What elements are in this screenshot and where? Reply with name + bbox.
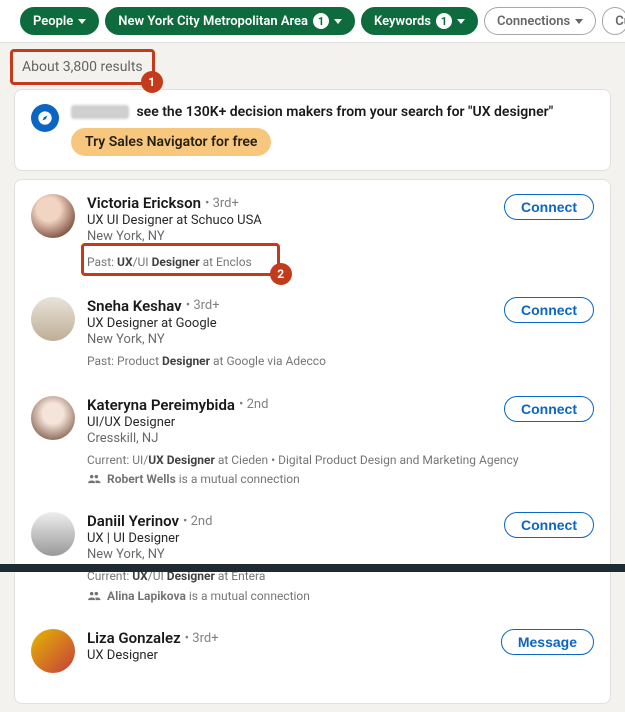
filter-location-label: New York City Metropolitan Area — [118, 14, 308, 29]
people-icon — [87, 472, 101, 486]
results-count-wrap: About 3,800 results 1 — [14, 53, 151, 81]
connect-button[interactable]: Connect — [504, 194, 594, 220]
filter-people[interactable]: People — [20, 7, 99, 35]
sales-navigator-promo: see the 130K+ decision makers from your … — [14, 89, 611, 171]
annotation-2-wrap: Past: UX/UI Designer at Enclos 2 — [87, 248, 252, 271]
filter-keywords-count: 1 — [436, 13, 452, 29]
result-name[interactable]: Sneha Keshav — [87, 297, 182, 315]
try-sales-navigator-button[interactable]: Try Sales Navigator for free — [71, 128, 271, 156]
filter-bar: People New York City Metropolitan Area 1… — [0, 0, 625, 43]
mutual-connection: Alina Lapikova is a mutual connection — [87, 589, 594, 603]
avatar[interactable] — [31, 396, 75, 440]
result-meta: Current: UI/UX Designer at Cieden • Digi… — [87, 452, 594, 469]
avatar[interactable] — [31, 297, 75, 341]
result-name[interactable]: Victoria Erickson — [87, 194, 201, 212]
search-result[interactable]: Liza Gonzalez • 3rd+ UX Designer Message — [15, 615, 610, 703]
avatar[interactable] — [31, 629, 75, 673]
results-count: About 3,800 results — [14, 53, 151, 81]
result-degree: • 2nd — [183, 514, 212, 529]
blurred-text — [71, 105, 129, 119]
bottom-bar — [0, 564, 625, 572]
sales-navigator-tail: see the 130K+ decision makers from your … — [133, 104, 553, 120]
people-icon — [87, 589, 101, 603]
result-location: New York, NY — [87, 332, 594, 347]
message-button[interactable]: Message — [501, 629, 594, 655]
result-name[interactable]: Daniil Yerinov — [87, 512, 179, 530]
result-name[interactable]: Liza Gonzalez — [87, 629, 181, 647]
connect-button[interactable]: Connect — [504, 396, 594, 422]
result-degree: • 3rd+ — [185, 631, 219, 646]
search-result[interactable]: Sneha Keshav • 3rd+ UX Designer at Googl… — [15, 283, 610, 382]
mutual-text: Alina Lapikova is a mutual connection — [107, 589, 310, 603]
search-result[interactable]: Kateryna Pereimybida • 2nd UI/UX Designe… — [15, 382, 610, 499]
chevron-down-icon — [457, 19, 465, 24]
sales-navigator-body: see the 130K+ decision makers from your … — [71, 104, 594, 156]
filter-connections-label: Connections — [497, 14, 570, 29]
search-result[interactable]: Victoria Erickson • 3rd+ UX UI Designer … — [15, 180, 610, 283]
filter-keywords[interactable]: Keywords 1 — [361, 7, 478, 35]
result-name[interactable]: Kateryna Pereimybida — [87, 396, 235, 414]
filter-keywords-label: Keywords — [374, 14, 431, 29]
result-location: Cresskill, NJ — [87, 431, 594, 446]
results-card: Victoria Erickson • 3rd+ UX UI Designer … — [14, 179, 611, 704]
result-meta: Past: UX/UI Designer at Enclos — [87, 254, 252, 271]
try-sales-navigator-label: Try Sales Navigator for free — [85, 134, 257, 150]
result-degree: • 3rd+ — [186, 298, 220, 313]
filter-current[interactable]: Current c — [602, 7, 625, 35]
chevron-down-icon — [78, 19, 86, 24]
result-degree: • 3rd+ — [205, 196, 239, 211]
result-location: New York, NY — [87, 229, 594, 244]
mutual-text: Robert Wells is a mutual connection — [107, 472, 300, 486]
result-degree: • 2nd — [239, 397, 268, 412]
filter-location-count: 1 — [313, 13, 329, 29]
filter-current-label: Current c — [615, 14, 625, 29]
result-location: New York, NY — [87, 547, 594, 562]
sales-navigator-headline: see the 130K+ decision makers from your … — [71, 104, 594, 120]
connect-button[interactable]: Connect — [504, 297, 594, 323]
chevron-down-icon — [575, 19, 583, 24]
mutual-connection: Robert Wells is a mutual connection — [87, 472, 594, 486]
result-meta: Past: Product Designer at Google via Ade… — [87, 353, 594, 370]
connect-button[interactable]: Connect — [504, 512, 594, 538]
compass-icon — [31, 104, 59, 132]
avatar[interactable] — [31, 194, 75, 238]
filter-people-label: People — [33, 14, 73, 29]
chevron-down-icon — [334, 19, 342, 24]
annotation-number-2: 2 — [270, 263, 292, 285]
filter-location[interactable]: New York City Metropolitan Area 1 — [105, 7, 355, 35]
search-result[interactable]: Daniil Yerinov • 2nd UX | UI Designer Ne… — [15, 498, 610, 615]
avatar[interactable] — [31, 512, 75, 556]
filter-connections[interactable]: Connections — [484, 7, 596, 35]
